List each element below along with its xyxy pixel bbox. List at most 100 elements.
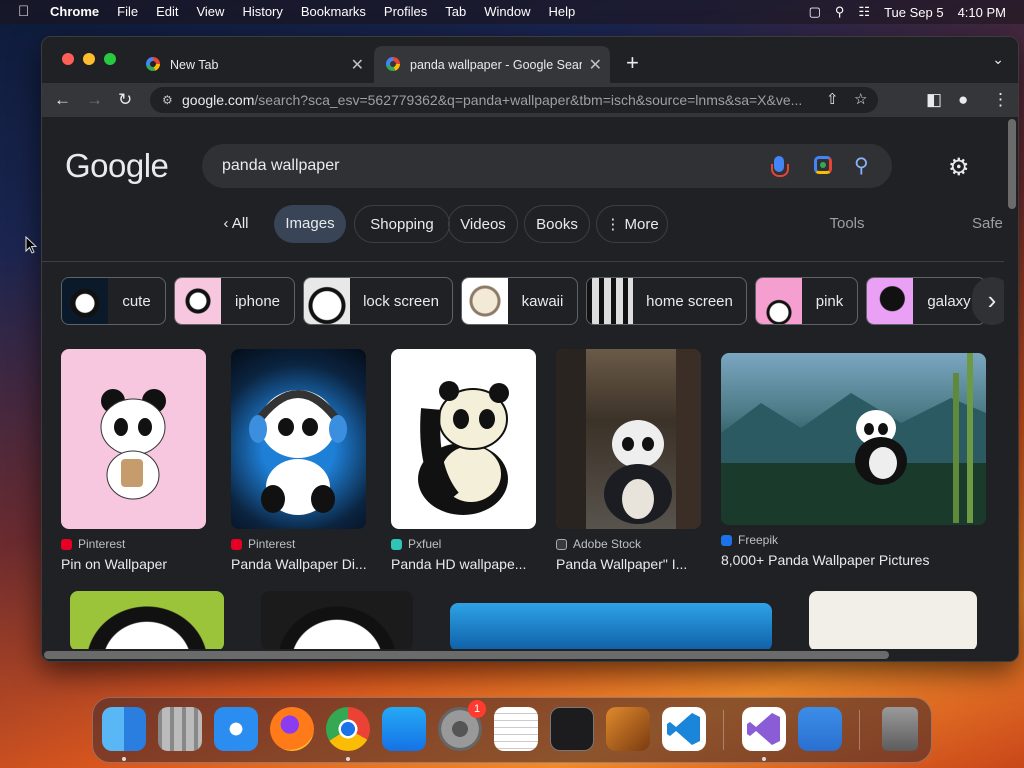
spotlight-search-icon[interactable]: ⚲ [835, 4, 845, 20]
result-image[interactable] [721, 353, 986, 525]
horizontal-scrollbar[interactable] [44, 651, 889, 659]
tab-search-chevron-icon[interactable]: ⌄ [992, 51, 1004, 68]
site-info-icon[interactable]: ⚙ [162, 87, 173, 113]
more-apps-icon[interactable]: ⋮ [996, 155, 1004, 180]
firefox-icon[interactable] [270, 707, 314, 751]
back-icon[interactable]: ← [54, 90, 71, 110]
result-source[interactable]: Pinterest [61, 537, 211, 551]
refine-next-chevron-icon[interactable]: › [972, 277, 1004, 325]
forward-icon[interactable]: → [86, 90, 103, 110]
refine-chip-pink[interactable]: pink [755, 277, 858, 325]
launchpad-icon[interactable] [158, 707, 202, 751]
result-image[interactable] [391, 349, 536, 529]
weather-icon[interactable] [798, 707, 842, 751]
menu-date[interactable]: Tue Sep 5 [884, 5, 944, 20]
control-center-icon[interactable]: ☷ [858, 4, 870, 20]
image-result[interactable] [261, 591, 413, 649]
new-tab-icon[interactable]: + [626, 50, 639, 76]
image-result[interactable] [809, 591, 977, 649]
image-result[interactable]: Freepik 8,000+ Panda Wallpaper Pictures [721, 349, 991, 568]
result-source-label: Pinterest [248, 537, 296, 551]
filter-videos[interactable]: Videos [448, 205, 518, 243]
finder-icon[interactable] [102, 707, 146, 751]
menu-edit[interactable]: Edit [156, 0, 178, 24]
close-tab-icon[interactable]: ✕ [589, 55, 602, 75]
address-bar[interactable]: ⚙ google.com/search?sca_esv=562779362&q=… [150, 87, 878, 113]
result-image[interactable] [61, 349, 206, 529]
result-title[interactable]: Pin on Wallpaper [61, 556, 211, 572]
safari-icon[interactable] [214, 707, 258, 751]
google-lens-icon[interactable] [814, 156, 832, 174]
result-title[interactable]: Panda HD wallpape... [391, 556, 541, 572]
zoom-window-button[interactable] [104, 53, 116, 65]
refine-chip-galaxy[interactable]: galaxy [866, 277, 986, 325]
settings-gear-icon[interactable]: ⚙ [948, 153, 970, 182]
refine-thumb [867, 278, 913, 324]
garageband-icon[interactable] [606, 707, 650, 751]
vertical-scrollbar[interactable] [1008, 119, 1016, 209]
menu-time[interactable]: 4:10 PM [958, 5, 1006, 20]
refine-chip-home-screen[interactable]: home screen [586, 277, 747, 325]
result-source[interactable]: Pxfuel [391, 537, 541, 551]
result-source[interactable]: Freepik [721, 533, 991, 547]
textedit-icon[interactable] [494, 707, 538, 751]
menu-help[interactable]: Help [549, 0, 576, 24]
screen-mirroring-icon[interactable]: ▢ [809, 4, 821, 20]
image-result[interactable] [450, 603, 772, 649]
result-image[interactable] [231, 349, 366, 529]
image-result[interactable]: Pinterest Panda Wallpaper Di... [231, 349, 376, 572]
image-result[interactable]: Adobe Stock Panda Wallpaper" I... [556, 349, 706, 572]
refine-chip-cute[interactable]: cute [61, 277, 166, 325]
menu-tab[interactable]: Tab [445, 0, 466, 24]
search-icon[interactable]: ⚲ [854, 144, 869, 188]
bookmark-star-icon[interactable]: ☆ [854, 87, 867, 113]
filter-images[interactable]: Images [274, 205, 346, 243]
menu-history[interactable]: History [242, 0, 282, 24]
image-result[interactable]: Pinterest Pin on Wallpaper [61, 349, 211, 572]
menu-window[interactable]: Window [484, 0, 530, 24]
refine-chip-kawaii[interactable]: kawaii [461, 277, 578, 325]
google-logo[interactable]: Google [65, 147, 169, 185]
tab-new-tab[interactable]: New Tab ✕ [134, 46, 372, 83]
tab-panda-wallpaper[interactable]: panda wallpaper - Google Sear ✕ [374, 46, 610, 83]
filter-books[interactable]: Books [524, 205, 590, 243]
result-title[interactable]: Panda Wallpaper Di... [231, 556, 376, 572]
profile-icon[interactable]: ● [958, 90, 968, 110]
menu-view[interactable]: View [196, 0, 224, 24]
chrome-menu-icon[interactable]: ⋮ [992, 90, 1009, 110]
close-window-button[interactable] [62, 53, 74, 65]
filter-more[interactable]: ⋮ More [596, 205, 668, 243]
result-source[interactable]: Pinterest [231, 537, 376, 551]
tools-button[interactable]: Tools [822, 205, 872, 243]
result-title[interactable]: Panda Wallpaper" I... [556, 556, 706, 572]
reload-icon[interactable]: ↻ [118, 90, 132, 110]
result-image[interactable] [556, 349, 701, 529]
refine-chip-iphone[interactable]: iphone [174, 277, 295, 325]
image-result[interactable]: Pxfuel Panda HD wallpape... [391, 349, 541, 572]
refine-chip-lock-screen[interactable]: lock screen [303, 277, 453, 325]
menu-profiles[interactable]: Profiles [384, 0, 427, 24]
app-store-icon[interactable] [382, 707, 426, 751]
voice-search-icon[interactable] [771, 156, 789, 177]
terminal-icon[interactable] [550, 707, 594, 751]
visual-studio-icon[interactable] [742, 707, 786, 751]
search-results-page: Google panda wallpaper ⚲ ⚙ ⋮ ‹ All Image… [42, 117, 1004, 649]
close-tab-icon[interactable]: ✕ [351, 55, 364, 75]
filter-all[interactable]: ‹ All [210, 205, 262, 243]
image-result[interactable] [70, 591, 224, 649]
menu-file[interactable]: File [117, 0, 138, 24]
vscode-icon[interactable] [662, 707, 706, 751]
search-input[interactable]: panda wallpaper ⚲ [202, 144, 892, 188]
result-source[interactable]: Adobe Stock [556, 537, 706, 551]
chrome-icon[interactable] [326, 707, 370, 751]
filter-shopping[interactable]: Shopping [354, 205, 450, 243]
apple-icon[interactable]:  [18, 0, 36, 24]
share-icon[interactable]: ⇧ [826, 87, 839, 113]
side-panel-icon[interactable]: ◧ [926, 90, 942, 110]
result-title[interactable]: 8,000+ Panda Wallpaper Pictures [721, 552, 991, 568]
menu-bookmarks[interactable]: Bookmarks [301, 0, 366, 24]
menu-app-name[interactable]: Chrome [50, 0, 99, 24]
safesearch-button[interactable]: Safe [972, 205, 1004, 243]
trash-icon[interactable] [882, 707, 918, 751]
minimize-window-button[interactable] [83, 53, 95, 65]
